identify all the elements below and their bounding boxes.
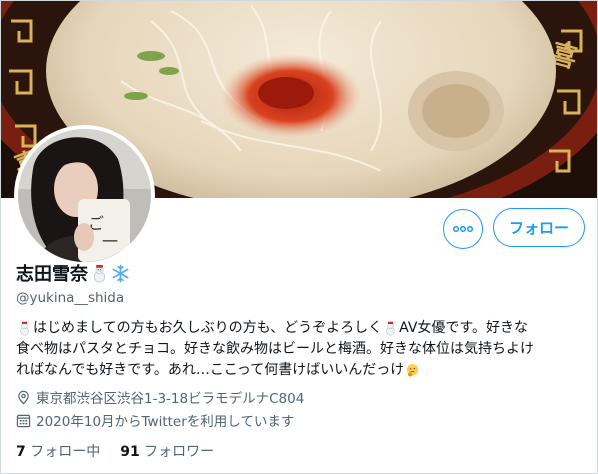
profile-bio: はじめましての方もお久しぶりの方も、どうぞよろしく AV女優です。好きな 食べ物… [16,318,586,381]
location-pin-icon [18,390,29,404]
avatar[interactable]: ご 一 [14,125,155,266]
bio-line: はじめましての方もお久しぶりの方も、どうぞよろしく AV女優です。好きな [16,318,586,339]
bio-text: 食べ物はパスタとチョコ。好きな飲み物はビールと梅酒。好きな体位は気持ちよけ [16,341,534,357]
followers-link[interactable]: 91 フォロワー [120,441,214,461]
bio-text: ればなんでも好きです。あれ…ここって何書けばいいんだっけ [16,362,405,378]
joined-text: 2020年10月からTwitterを利用しています [36,414,295,430]
followers-count: 91 [120,444,140,460]
display-name: 志田雪奈 [16,264,88,285]
more-dots-icon [453,226,473,232]
follow-button[interactable]: フォロー [493,208,585,247]
snowflake-icon [112,264,129,282]
user-handle: @yukina__shida [16,290,125,306]
bio-text: AV女優です。好きな [399,320,529,336]
profile-joined-date: 2020年10月からTwitterを利用しています [16,410,294,430]
snowman-icon [386,321,396,336]
profile-location: 東京都渋谷区渋谷1-3-18ビラモデルナC804 [16,387,304,407]
following-link[interactable]: 7 フォロー中 [16,441,100,461]
bio-text: はじめましての方もお久しぶりの方も、どうぞよろしく [33,320,383,336]
snowman-icon [93,264,106,282]
snowman-icon [20,321,29,336]
following-count: 7 [16,444,26,460]
location-text: 東京都渋谷区渋谷1-3-18ビラモデルナC804 [36,391,305,407]
thinking-face-icon [407,364,419,377]
display-name-row: 志田雪奈 [16,260,130,286]
profile-card: 喜 喜 [0,0,598,474]
followers-label: フォロワー [144,444,215,460]
more-options-button[interactable] [443,209,483,249]
bio-line: ればなんでも好きです。あれ…ここって何書けばいいんだっけ [16,360,586,381]
svg-text:一: 一 [102,232,118,251]
calendar-icon [16,414,31,427]
bio-line: 食べ物はパスタとチョコ。好きな飲み物はビールと梅酒。好きな体位は気持ちよけ [16,339,586,360]
following-label: フォロー中 [30,444,101,460]
follow-counts: 7 フォロー中 91 フォロワー [16,441,214,461]
